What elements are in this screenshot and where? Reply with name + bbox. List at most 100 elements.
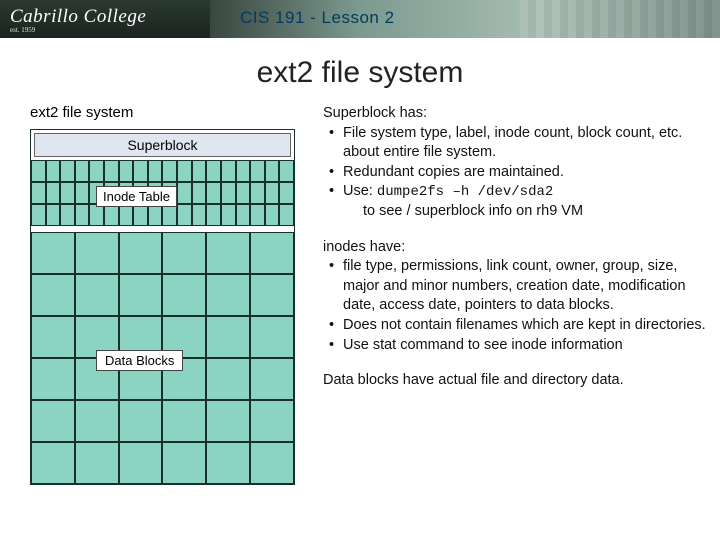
superblock-bullet-2: Redundant copies are maintained. [329, 163, 710, 183]
data-cell [206, 232, 250, 274]
data-cell [31, 400, 75, 442]
data-cell [75, 274, 119, 316]
inode-cell [75, 182, 90, 204]
data-blocks-area: Data Blocks [31, 232, 294, 484]
inode-cell [250, 160, 265, 182]
inode-cell [119, 204, 134, 226]
data-cell [31, 358, 75, 400]
superblock-heading: Superblock has: [323, 104, 710, 124]
inode-cell [206, 160, 221, 182]
inode-cell [60, 182, 75, 204]
inode-cell [236, 182, 251, 204]
data-cell [31, 232, 75, 274]
inode-cell [162, 160, 177, 182]
inode-cell [236, 160, 251, 182]
inode-cell [206, 182, 221, 204]
text-column: Superblock has: File system type, label,… [323, 104, 710, 485]
inode-cell [31, 160, 46, 182]
fs-diagram: Superblock Inode Table [30, 129, 295, 485]
data-cell [75, 232, 119, 274]
data-cell [162, 274, 206, 316]
inode-cell [89, 160, 104, 182]
inode-cell [133, 204, 148, 226]
superblock-bullets: File system type, label, inode count, bl… [323, 124, 710, 222]
data-cell [250, 316, 294, 358]
logo-subtext: est. 1959 [10, 26, 192, 34]
college-logo: Cabrillo College est. 1959 [0, 0, 210, 38]
inode-label-box: Inode Table [96, 186, 177, 207]
data-cell [250, 358, 294, 400]
inode-cell [250, 182, 265, 204]
inode-cell [265, 204, 280, 226]
data-cell [31, 316, 75, 358]
inode-cell [265, 160, 280, 182]
superblock-section: Superblock has: File system type, label,… [323, 104, 710, 222]
data-row [31, 274, 294, 316]
inode-cell [148, 160, 163, 182]
header-banner: Cabrillo College est. 1959 CIS 191 - Les… [0, 0, 720, 38]
inode-cell [279, 182, 294, 204]
data-cell [162, 232, 206, 274]
inode-cell [104, 204, 119, 226]
data-blocks-label-box: Data Blocks [96, 350, 183, 371]
inodes-bullets: file type, permissions, link count, owne… [323, 257, 710, 355]
sb3-command: dumpe2fs –h /dev/sda2 [377, 184, 553, 200]
header-columns-bg [520, 0, 720, 38]
inodes-heading: inodes have: [323, 238, 710, 258]
inodes-bullet-3: Use stat command to see inode informatio… [329, 336, 710, 356]
inodes-bullet-1: file type, permissions, link count, owne… [329, 257, 710, 316]
inode-cell [177, 204, 192, 226]
data-cell [31, 274, 75, 316]
data-row [31, 442, 294, 484]
data-cell [250, 232, 294, 274]
inode-cell [46, 160, 61, 182]
inode-cell [60, 160, 75, 182]
data-cell [119, 274, 163, 316]
inode-cell [177, 182, 192, 204]
inode-row [31, 204, 294, 226]
inodes-bullet-2: Does not contain filenames which are kep… [329, 316, 710, 336]
data-cell [250, 274, 294, 316]
diagram-column: ext2 file system Superblock Inode Table [30, 104, 295, 485]
inode-cell [133, 160, 148, 182]
data-cell [162, 400, 206, 442]
data-row [31, 400, 294, 442]
inode-cell [162, 204, 177, 226]
inode-cell [46, 182, 61, 204]
data-cell [206, 358, 250, 400]
data-cell [206, 274, 250, 316]
sb3-tail: to see / superblock info on rh9 VM [343, 202, 710, 222]
inode-cell [31, 182, 46, 204]
diagram-caption: ext2 file system [30, 104, 295, 121]
inode-row [31, 160, 294, 182]
inode-cell [250, 204, 265, 226]
inode-cell [177, 160, 192, 182]
data-cell [250, 400, 294, 442]
data-cell [162, 442, 206, 484]
inode-cell [75, 204, 90, 226]
inode-cell [206, 204, 221, 226]
sb3-prefix: Use: [343, 183, 377, 199]
datablocks-section: Data blocks have actual file and directo… [323, 371, 710, 391]
data-cell [206, 316, 250, 358]
inode-cell [221, 160, 236, 182]
superblock-bullet-3: Use: dumpe2fs –h /dev/sda2 to see / supe… [329, 182, 710, 221]
inode-cell [192, 160, 207, 182]
inode-cell [265, 182, 280, 204]
inode-cell [221, 182, 236, 204]
inode-cell [60, 204, 75, 226]
inodes-section: inodes have: file type, permissions, lin… [323, 238, 710, 355]
data-cell [119, 442, 163, 484]
inode-cell [192, 204, 207, 226]
inode-cell [104, 160, 119, 182]
slide-title: ext2 file system [0, 56, 720, 90]
superblock-bullet-1: File system type, label, inode count, bl… [329, 124, 710, 163]
inode-cell [31, 204, 46, 226]
data-cell [75, 442, 119, 484]
superblock-box: Superblock [34, 133, 291, 157]
inode-cell [221, 204, 236, 226]
inode-cell [75, 160, 90, 182]
inode-cell [89, 204, 104, 226]
data-cell [250, 442, 294, 484]
data-cell [75, 400, 119, 442]
